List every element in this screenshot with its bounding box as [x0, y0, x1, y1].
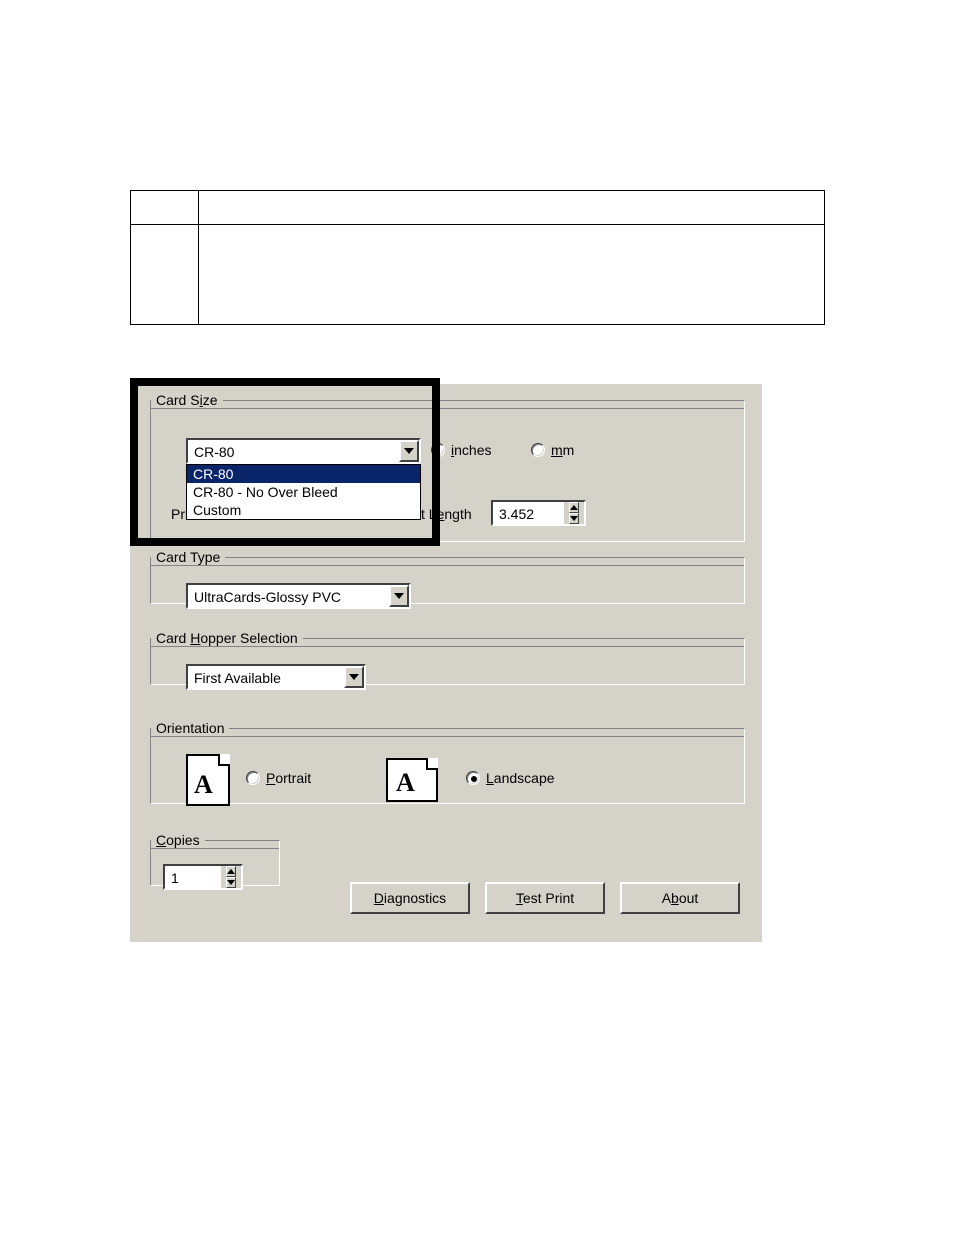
spinner-up-icon[interactable] [226, 866, 236, 877]
portrait-icon: A [186, 754, 230, 806]
card-type-group: Card Type UltraCards-Glossy PVC [150, 549, 745, 604]
chevron-down-icon[interactable] [399, 440, 419, 462]
spinner-up-icon[interactable] [569, 502, 579, 513]
dialog-panel: Card Size Pri CR-80 CR-80 CR-80 - No Ove… [130, 384, 762, 942]
card-size-select[interactable]: CR-80 [186, 438, 421, 464]
card-size-option[interactable]: CR-80 [187, 465, 420, 483]
copies-legend: Copies [151, 832, 205, 848]
card-size-group: Card Size Pri CR-80 CR-80 CR-80 - No Ove… [150, 392, 745, 542]
orientation-landscape-label: Landscape [486, 770, 555, 786]
hopper-select[interactable]: First Available [186, 664, 366, 690]
units-mm-radio[interactable]: mm [531, 442, 574, 458]
orientation-portrait-radio[interactable]: Portrait [246, 770, 311, 786]
units-inches-label: inches [451, 442, 491, 458]
spinner-down-icon[interactable] [569, 513, 579, 524]
orientation-group: Orientation A Portrait A Landscape [150, 720, 745, 804]
hopper-value: First Available [188, 666, 344, 688]
orientation-landscape-radio[interactable]: Landscape [466, 770, 555, 786]
card-size-option[interactable]: Custom [187, 501, 420, 519]
print-length-value: 3.452 [493, 502, 564, 524]
hopper-group: Card Hopper Selection First Available [150, 630, 745, 685]
copies-spinner[interactable]: 1 [163, 864, 243, 890]
diagnostics-button[interactable]: Diagnostics [350, 882, 470, 914]
card-size-options[interactable]: CR-80 CR-80 - No Over Bleed Custom [186, 464, 421, 520]
info-table [130, 190, 825, 325]
card-size-option[interactable]: CR-80 - No Over Bleed [187, 483, 420, 501]
copies-group: Copies 1 [150, 832, 280, 886]
test-print-button[interactable]: Test Print [485, 882, 605, 914]
hopper-legend: Card Hopper Selection [151, 630, 303, 646]
units-mm-label: mm [551, 442, 574, 458]
orientation-legend: Orientation [151, 720, 229, 736]
print-length-label: t Length [421, 506, 472, 522]
landscape-icon: A [386, 758, 438, 802]
about-button[interactable]: About [620, 882, 740, 914]
orientation-portrait-label: Portrait [266, 770, 311, 786]
card-type-legend: Card Type [151, 549, 225, 565]
spinner-down-icon[interactable] [226, 877, 236, 888]
chevron-down-icon[interactable] [344, 666, 364, 688]
print-length-spinner[interactable]: 3.452 [491, 500, 586, 526]
card-size-value: CR-80 [188, 440, 399, 462]
units-inches-radio[interactable]: inches [431, 442, 491, 458]
card-type-select[interactable]: UltraCards-Glossy PVC [186, 583, 411, 609]
card-type-value: UltraCards-Glossy PVC [188, 585, 389, 607]
card-size-legend: Card Size [151, 392, 223, 408]
copies-value: 1 [165, 866, 221, 888]
chevron-down-icon[interactable] [389, 585, 409, 607]
